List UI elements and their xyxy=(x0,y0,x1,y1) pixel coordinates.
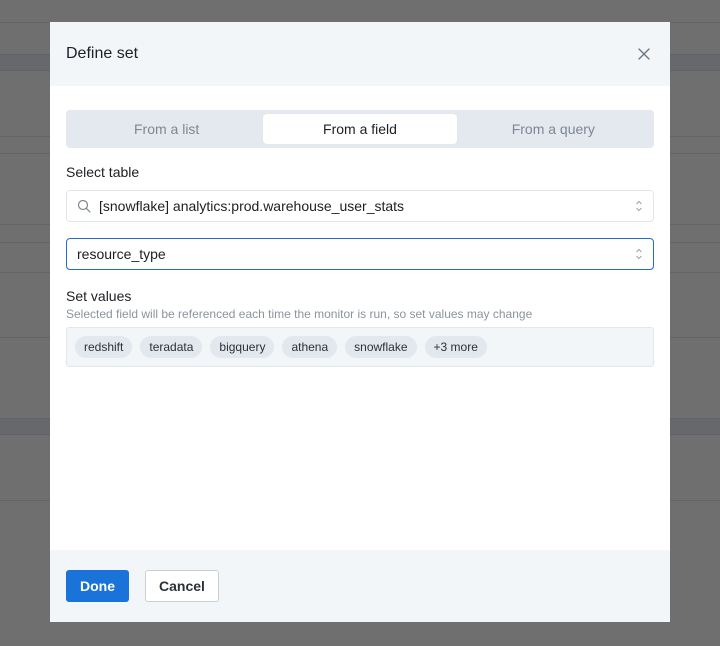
value-chip: teradata xyxy=(140,336,203,358)
value-chip: athena xyxy=(282,336,338,358)
value-chip: redshift xyxy=(75,336,133,358)
tab-from-a-list[interactable]: From a list xyxy=(70,114,263,144)
field-select-value: resource_type xyxy=(77,246,166,262)
table-select-value: [snowflake] analytics:prod.warehouse_use… xyxy=(99,198,405,214)
set-values-title: Set values xyxy=(66,288,132,304)
search-icon xyxy=(77,199,91,213)
select-table-label: Select table xyxy=(66,164,140,180)
close-button[interactable] xyxy=(634,44,654,64)
chevron-up-down-icon xyxy=(636,200,642,212)
modal-body: From a list From a field From a query Se… xyxy=(50,86,670,550)
source-tabs: From a list From a field From a query xyxy=(66,110,654,148)
done-button[interactable]: Done xyxy=(66,570,129,602)
set-values-chips: redshift teradata bigquery athena snowfl… xyxy=(66,327,654,367)
set-values-description: Selected field will be referenced each t… xyxy=(66,307,533,321)
define-set-modal: Define set From a list From a field From… xyxy=(50,22,670,622)
cancel-button[interactable]: Cancel xyxy=(145,570,219,602)
table-select[interactable]: [snowflake] analytics:prod.warehouse_use… xyxy=(66,190,654,222)
value-chip: bigquery xyxy=(210,336,275,358)
field-select[interactable]: resource_type xyxy=(66,238,654,270)
tab-from-a-field[interactable]: From a field xyxy=(263,114,457,144)
modal-title: Define set xyxy=(66,45,139,62)
chevron-up-down-icon xyxy=(636,248,642,260)
modal-header: Define set xyxy=(50,22,670,86)
close-icon xyxy=(638,48,650,60)
modal-footer: Done Cancel xyxy=(50,550,670,622)
tab-from-a-query[interactable]: From a query xyxy=(457,114,650,144)
value-chip: snowflake xyxy=(345,336,417,358)
more-values-chip[interactable]: +3 more xyxy=(424,336,487,358)
